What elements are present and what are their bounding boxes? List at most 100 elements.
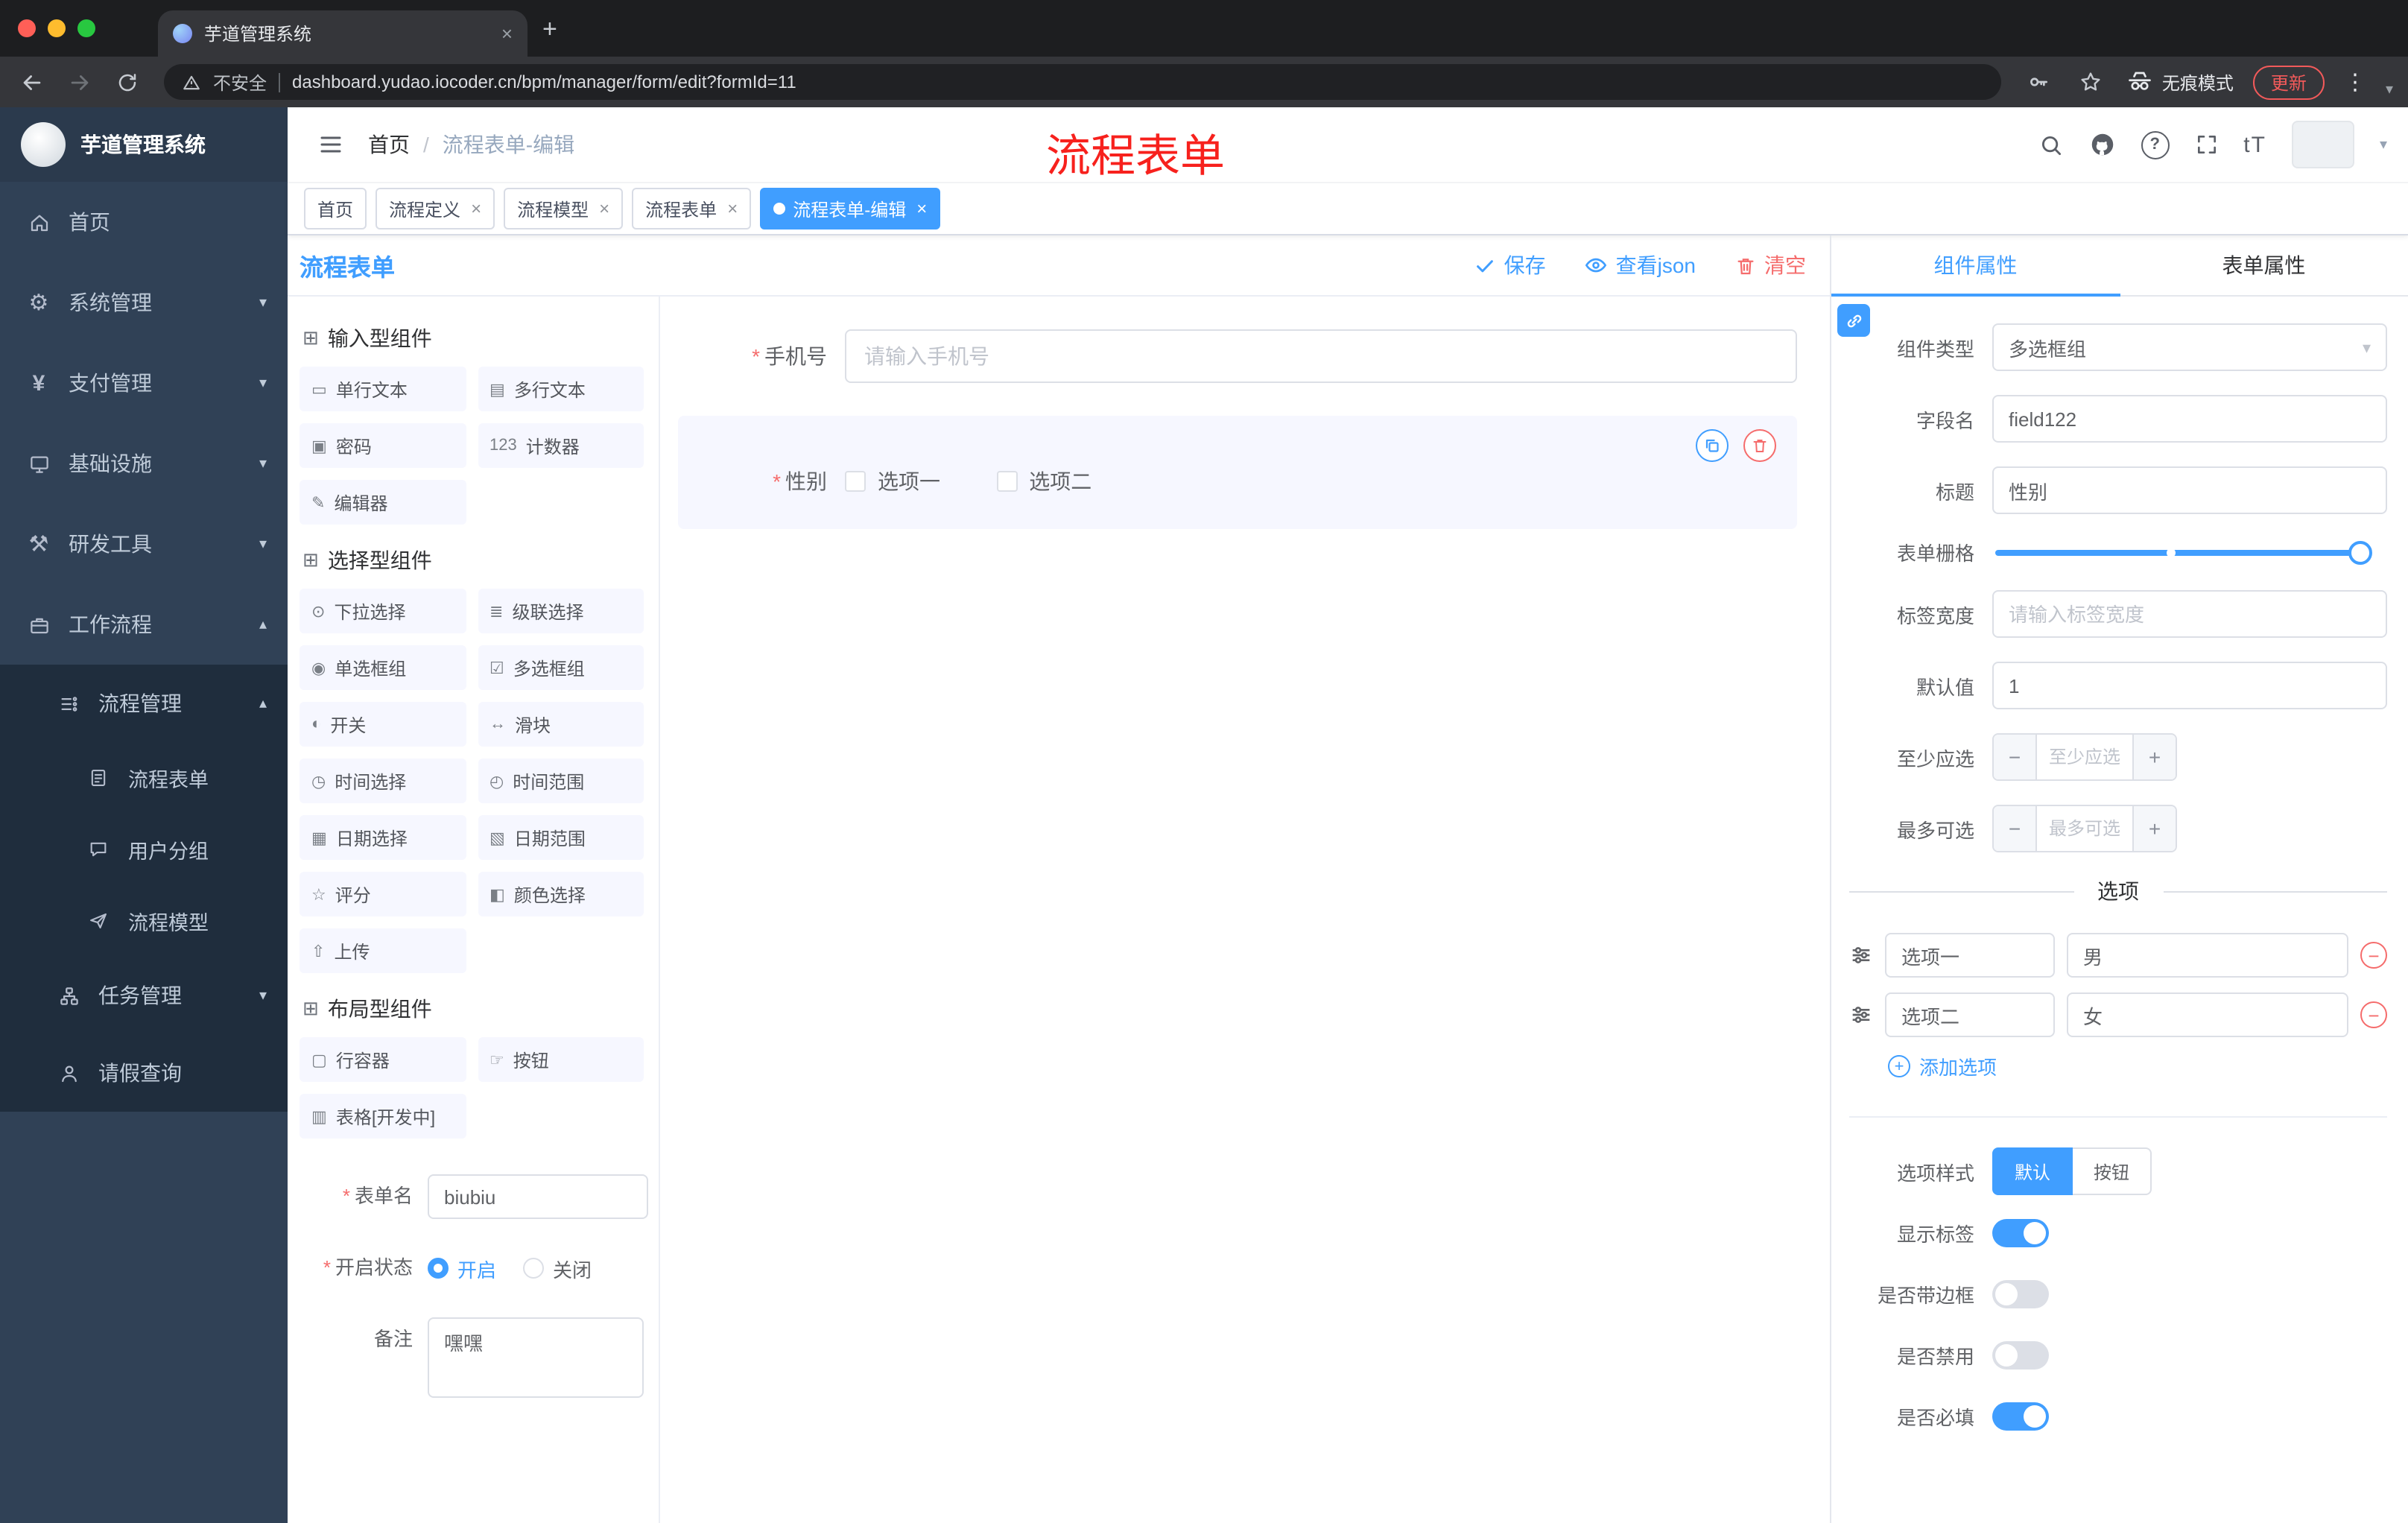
palette-item-password[interactable]: ▣ 密码 (300, 423, 466, 468)
sidebar-item-payment[interactable]: ¥ 支付管理 ▾ (0, 343, 288, 423)
link-icon[interactable] (1837, 304, 1870, 337)
drag-handle-icon[interactable] (1849, 1003, 1873, 1027)
palette-item-checkbox-group[interactable]: ☑ 多选框组 (478, 645, 644, 690)
palette-item-multi-text[interactable]: ▤ 多行文本 (478, 367, 644, 411)
form-name-input[interactable] (428, 1174, 648, 1219)
field-name-input[interactable] (1992, 395, 2387, 443)
increase-icon[interactable]: + (2134, 806, 2176, 851)
close-window-button[interactable] (18, 19, 36, 37)
title-input[interactable] (1992, 466, 2387, 514)
status-on-radio[interactable]: 开启 (428, 1254, 496, 1282)
palette-item-radio-group[interactable]: ◉ 单选框组 (300, 645, 466, 690)
profile-chevron-icon[interactable]: ▾ (2386, 81, 2393, 98)
palette-item-slider[interactable]: ↔ 滑块 (478, 702, 644, 747)
gender-option-1-checkbox[interactable]: 选项一 (845, 466, 940, 496)
tab-close-icon[interactable]: × (501, 22, 513, 45)
tag-close-icon[interactable]: × (727, 198, 738, 219)
toggle-switch[interactable] (1992, 1402, 2049, 1431)
reload-icon[interactable] (110, 66, 143, 98)
sidebar-item-process-mgmt[interactable]: 流程管理 ▴ (0, 665, 288, 742)
palette-item-time-picker[interactable]: ◷ 时间选择 (300, 759, 466, 803)
tag-home[interactable]: 首页 (304, 188, 367, 229)
breadcrumb-home[interactable]: 首页 (368, 130, 410, 159)
sidebar-item-user-group[interactable]: 用户分组 (0, 814, 288, 885)
component-type-select[interactable]: 多选框组 ▾ (1992, 323, 2387, 371)
update-button[interactable]: 更新 (2252, 65, 2325, 99)
remove-option-icon[interactable]: − (2360, 1001, 2387, 1028)
minimize-window-button[interactable] (48, 19, 66, 37)
gender-option-2-checkbox[interactable]: 选项二 (996, 466, 1091, 496)
tag-process-definition[interactable]: 流程定义 × (376, 188, 495, 229)
option-value-input[interactable] (2067, 992, 2348, 1037)
palette-item-counter[interactable]: 123 计数器 (478, 423, 644, 468)
palette-item-single-text[interactable]: ▭ 单行文本 (300, 367, 466, 411)
palette-item-table[interactable]: ▥ 表格[开发中] (300, 1094, 466, 1139)
palette-item-select[interactable]: ⊙ 下拉选择 (300, 589, 466, 633)
tag-close-icon[interactable]: × (471, 198, 481, 219)
bookmark-star-icon[interactable] (2074, 66, 2107, 98)
palette-item-cascader[interactable]: ≣ 级联选择 (478, 589, 644, 633)
toggle-switch[interactable] (1992, 1341, 2049, 1370)
tag-process-form[interactable]: 流程表单 × (632, 188, 752, 229)
option-value-input[interactable] (2067, 933, 2348, 978)
tag-process-model[interactable]: 流程模型 × (504, 188, 624, 229)
add-option-button[interactable]: + 添加选项 (1888, 1052, 2387, 1080)
max-select-input[interactable] (2035, 806, 2134, 851)
phone-input[interactable] (845, 329, 1797, 383)
address-bar[interactable]: 不安全 dashboard.yudao.iocoder.cn/bpm/manag… (164, 64, 2001, 100)
user-avatar[interactable] (2291, 121, 2354, 168)
min-select-input[interactable] (2035, 735, 2134, 779)
hamburger-icon[interactable] (288, 107, 356, 182)
sidebar-item-infra[interactable]: 基础设施 ▾ (0, 423, 288, 504)
remove-option-icon[interactable]: − (2360, 942, 2387, 969)
sidebar-item-devtools[interactable]: ⚒ 研发工具 ▾ (0, 504, 288, 584)
delete-widget-icon[interactable] (1743, 429, 1776, 462)
slider-handle[interactable] (2348, 540, 2372, 564)
palette-item-date-range[interactable]: ▧ 日期范围 (478, 815, 644, 860)
browser-menu-icon[interactable]: ⋮ (2344, 71, 2366, 93)
tag-close-icon[interactable]: × (599, 198, 609, 219)
palette-item-row-container[interactable]: ▢ 行容器 (300, 1037, 466, 1082)
palette-item-color-picker[interactable]: ◧ 颜色选择 (478, 872, 644, 916)
palette-item-upload[interactable]: ⇧ 上传 (300, 928, 466, 973)
default-value-input[interactable] (1992, 662, 2387, 709)
palette-item-editor[interactable]: ✎ 编辑器 (300, 480, 466, 525)
clear-button[interactable]: 清空 (1734, 250, 1806, 280)
fullscreen-icon[interactable] (2194, 133, 2218, 156)
sidebar-item-task-mgmt[interactable]: 任务管理 ▾ (0, 957, 288, 1034)
sidebar-item-process-form[interactable]: 流程表单 (0, 742, 288, 814)
sidebar-item-leave-query[interactable]: 请假查询 (0, 1034, 288, 1112)
font-size-icon[interactable]: tT (2243, 132, 2266, 157)
search-icon[interactable] (2038, 132, 2063, 157)
increase-icon[interactable]: + (2134, 735, 2176, 779)
decrease-icon[interactable]: − (1994, 735, 2035, 779)
sidebar-item-home[interactable]: 首页 (0, 182, 288, 262)
selected-widget-gender[interactable]: * 性别 选项一 选项二 (678, 416, 1797, 529)
help-icon[interactable]: ? (2141, 130, 2170, 159)
option-label-input[interactable] (1885, 992, 2055, 1037)
toggle-switch[interactable] (1992, 1219, 2049, 1247)
drag-handle-icon[interactable] (1849, 943, 1873, 967)
tab-form-props[interactable]: 表单属性 (2120, 235, 2408, 295)
tag-close-icon[interactable]: × (916, 198, 927, 219)
option-label-input[interactable] (1885, 933, 2055, 978)
save-button[interactable]: 保存 (1474, 250, 1546, 280)
label-width-input[interactable] (1992, 590, 2387, 638)
view-json-button[interactable]: 查看json (1585, 250, 1696, 280)
palette-item-switch[interactable]: ◐ 开关 (300, 702, 466, 747)
forward-icon[interactable] (63, 66, 95, 98)
zoom-window-button[interactable] (77, 19, 95, 37)
palette-item-date-picker[interactable]: ▦ 日期选择 (300, 815, 466, 860)
back-icon[interactable] (15, 66, 48, 98)
form-grid-slider[interactable] (1995, 540, 2372, 564)
decrease-icon[interactable]: − (1994, 806, 2035, 851)
github-icon[interactable] (2088, 131, 2115, 158)
tag-process-form-edit[interactable]: 流程表单-编辑 × (760, 188, 941, 229)
status-off-radio[interactable]: 关闭 (523, 1254, 592, 1282)
sidebar-item-system[interactable]: ⚙ 系统管理 ▾ (0, 262, 288, 343)
new-tab-button[interactable]: + (542, 16, 557, 41)
avatar-chevron-icon[interactable]: ▾ (2380, 136, 2387, 153)
option-style-button-button[interactable]: 按钮 (2073, 1147, 2152, 1195)
sidebar-item-process-model[interactable]: 流程模型 (0, 885, 288, 957)
copy-widget-icon[interactable] (1696, 429, 1729, 462)
